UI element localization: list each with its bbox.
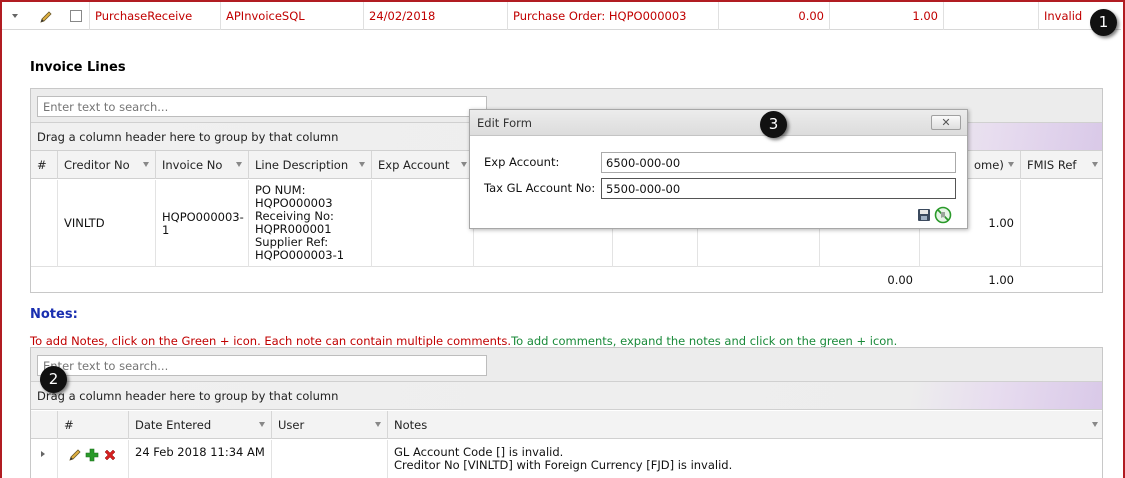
row-hash-cell <box>31 180 57 267</box>
col-expand <box>31 411 57 439</box>
record-row[interactable]: PurchaseReceive APInvoiceSQL 24/02/2018 … <box>2 2 1121 30</box>
filter-funnel-icon[interactable] <box>461 162 467 167</box>
delete-x-icon[interactable] <box>103 448 117 462</box>
notes-cell: GL Account Code [] is invalid. Creditor … <box>387 440 1104 478</box>
edit-pencil-icon[interactable] <box>68 448 82 462</box>
filter-funnel-icon[interactable] <box>236 162 242 167</box>
actions-cell <box>57 440 128 478</box>
invoice-no-line: 1 <box>162 223 170 237</box>
row-select-checkbox[interactable] <box>70 10 82 22</box>
invoice-no-cell: HQPO000003- 1 <box>155 180 248 267</box>
col-notes[interactable]: Notes <box>387 411 1104 439</box>
callout-3: 3 <box>760 111 787 138</box>
amount2-cell: 1.00 <box>829 2 943 30</box>
notes-hint-red: To add Notes, click on the Green + icon.… <box>30 334 512 348</box>
source-cell: PurchaseReceive <box>89 2 220 30</box>
exp-account-cell <box>371 180 473 267</box>
blank-cell <box>943 2 1038 30</box>
notes-header: # Date Entered User Notes <box>31 411 1102 439</box>
save-disk-icon[interactable] <box>917 208 931 222</box>
edit-form-dialog: Edit Form ✕ Exp Account: Tax GL Account … <box>469 109 968 229</box>
notes-hint: To add Notes, click on the Green + icon.… <box>30 334 897 348</box>
invoice-no-line: HQPO000003- <box>162 210 244 224</box>
col-invoice-no-label: Invoice No <box>162 158 223 172</box>
notes-toolbar <box>31 348 1102 382</box>
col-creditor-no[interactable]: Creditor No <box>57 151 155 179</box>
exp-account-label: Exp Account: <box>484 155 560 169</box>
user-cell <box>271 440 387 478</box>
col-line-description[interactable]: Line Description <box>248 151 371 179</box>
add-plus-icon[interactable] <box>85 448 99 462</box>
table-row[interactable]: 24 Feb 2018 11:34 AM GL Account Code [] … <box>31 440 1102 478</box>
filter-funnel-icon[interactable] <box>375 422 381 427</box>
col-line-description-label: Line Description <box>255 158 349 172</box>
col-hash[interactable]: # <box>31 151 57 179</box>
filter-funnel-icon[interactable] <box>143 162 149 167</box>
total-cell: 0.00 <box>887 273 913 287</box>
date-cell: 24/02/2018 <box>363 2 507 30</box>
desc-line: HQPO000003-1 <box>255 248 345 262</box>
process-cell: APInvoiceSQL <box>220 2 363 30</box>
filter-funnel-icon[interactable] <box>1092 422 1098 427</box>
cancel-icon[interactable] <box>934 206 952 224</box>
col-fmis-ref-label: FMIS Ref <box>1027 158 1077 172</box>
expand-arrow-icon[interactable] <box>41 451 45 457</box>
filter-funnel-icon[interactable] <box>359 162 365 167</box>
invoice-lines-title: Invoice Lines <box>30 60 126 75</box>
callout-2: 2 <box>40 366 67 393</box>
notes-hint-green: To add comments, expand the notes and cl… <box>511 334 898 348</box>
col-fmis-ref[interactable]: FMIS Ref <box>1020 151 1104 179</box>
amount1-cell: 0.00 <box>718 2 829 30</box>
col-date-entered-label: Date Entered <box>135 418 212 432</box>
col-notes-label: Notes <box>394 418 428 432</box>
reference-cell: Purchase Order: HQPO000003 <box>507 2 718 30</box>
note-line: Creditor No [VINLTD] with Foreign Curren… <box>394 458 733 472</box>
fmis-ref-cell <box>1020 180 1104 267</box>
notes-grid: Drag a column header here to group by th… <box>30 347 1103 478</box>
exp-account-input[interactable] <box>601 152 956 173</box>
col-hash[interactable]: # <box>57 411 128 439</box>
tax-gl-account-input[interactable] <box>601 178 956 199</box>
filter-funnel-icon[interactable] <box>259 422 265 427</box>
totals-row: 0.00 1.00 <box>31 267 1102 293</box>
total-cell: 1.00 <box>988 273 1014 287</box>
col-date-entered[interactable]: Date Entered <box>128 411 271 439</box>
filter-funnel-icon[interactable] <box>1008 162 1014 167</box>
col-creditor-no-label: Creditor No <box>64 158 130 172</box>
callout-1: 1 <box>1090 9 1117 36</box>
close-button[interactable]: ✕ <box>931 115 961 130</box>
expand-cell[interactable] <box>31 440 57 478</box>
col-exp-account-label: Exp Account <box>378 158 450 172</box>
notes-title: Notes: <box>30 307 78 322</box>
tax-gl-account-label: Tax GL Account No: <box>484 181 596 195</box>
col-user[interactable]: User <box>271 411 387 439</box>
expand-caret-icon[interactable] <box>12 14 18 18</box>
creditor-no-cell: VINLTD <box>57 180 155 267</box>
col-user-label: User <box>278 418 305 432</box>
notes-group-bar[interactable]: Drag a column header here to group by th… <box>31 382 1102 410</box>
edit-pencil-icon[interactable] <box>39 10 53 24</box>
notes-search-input[interactable] <box>37 355 487 376</box>
col-exp-account[interactable]: Exp Account <box>371 151 473 179</box>
invoice-lines-search-input[interactable] <box>37 96 487 117</box>
date-entered-cell: 24 Feb 2018 11:34 AM <box>128 440 271 478</box>
col-invoice-no[interactable]: Invoice No <box>155 151 248 179</box>
status-cell: Invalid <box>1038 2 1098 30</box>
line-description-cell: PO NUM: HQPO000003 Receiving No: HQPR000… <box>248 180 371 267</box>
edit-form-title: Edit Form <box>470 110 967 136</box>
filter-funnel-icon[interactable] <box>1092 162 1098 167</box>
